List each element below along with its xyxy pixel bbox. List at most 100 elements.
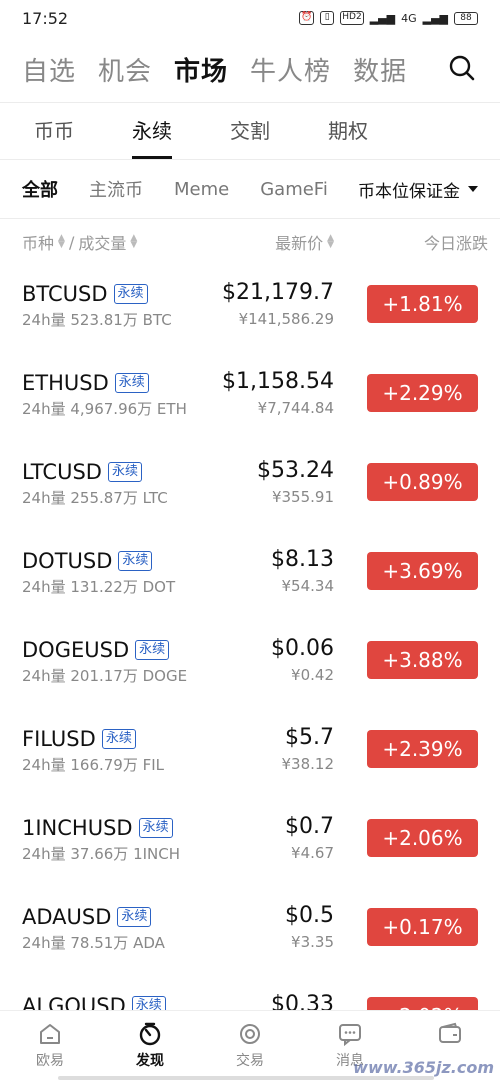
cny-price: ¥3.35 bbox=[291, 933, 334, 951]
market-row-dotusd[interactable]: DOTUSD 永续 24h量 131.22万 DOT $8.13 ¥54.34 +… bbox=[0, 529, 500, 618]
perpetual-tag: 永续 bbox=[131, 996, 166, 1010]
filter-bar: 全部 主流币 Meme GameFi 币本位保证金 bbox=[0, 160, 500, 218]
filter-all[interactable]: 全部 bbox=[22, 176, 58, 202]
change-badge[interactable]: +3.69% bbox=[367, 552, 478, 590]
filter-mainstream[interactable]: 主流币 bbox=[89, 176, 143, 202]
market-row-dogeusd[interactable]: DOGEUSD 永续 24h量 201.17万 DOGE $0.06 ¥0.42 … bbox=[0, 618, 500, 707]
cny-price: ¥355.91 bbox=[271, 488, 334, 506]
message-icon bbox=[339, 1024, 361, 1047]
sort-icon: ▲ ▼ bbox=[58, 233, 65, 250]
perpetual-tag: 永续 bbox=[114, 373, 149, 393]
status-time: 17:52 bbox=[22, 8, 69, 28]
change-badge[interactable]: +0.17% bbox=[367, 908, 478, 946]
sort-icon: ▲ ▼ bbox=[327, 233, 334, 250]
column-price-label: 最新价 bbox=[275, 234, 324, 253]
volume: 24h量 523.81万 BTC bbox=[22, 311, 172, 329]
perpetual-tag: 永续 bbox=[118, 551, 153, 571]
column-volume-label: 成交量 bbox=[78, 234, 127, 253]
sort-icon: ▲ ▼ bbox=[130, 233, 138, 250]
status-icons: ⏰ ▯ HD2 ▂▄▆ 4G ▂▄▆ 88 bbox=[299, 11, 478, 25]
sub-nav: 币币 永续 交割 期权 bbox=[0, 103, 500, 159]
tab-discover[interactable]: 发现 bbox=[100, 1011, 200, 1083]
market-row-algousd[interactable]: ALGOUSD 永续 $0.33 +2.02% bbox=[0, 974, 500, 1010]
cny-price: ¥4.67 bbox=[291, 844, 334, 862]
volume: 24h量 166.79万 FIL bbox=[22, 756, 165, 774]
market-row-1inchusd[interactable]: 1INCHUSD 永续 24h量 37.66万 1INCH $0.7 ¥4.67 … bbox=[0, 796, 500, 885]
sub-tab-options[interactable]: 期权 bbox=[328, 103, 368, 159]
cny-price: ¥38.12 bbox=[281, 755, 335, 773]
tab-label: 交易 bbox=[236, 1053, 264, 1069]
sub-tab-futures[interactable]: 交割 bbox=[230, 103, 270, 159]
sub-tab-spot[interactable]: 币币 bbox=[34, 103, 74, 159]
volume: 24h量 37.66万 1INCH bbox=[22, 845, 181, 863]
top-tab-leaderboard[interactable]: 牛人榜 bbox=[250, 51, 331, 88]
discover-icon bbox=[139, 1022, 161, 1046]
filter-meme[interactable]: Meme bbox=[174, 179, 229, 200]
change-badge[interactable]: +3.88% bbox=[367, 641, 478, 679]
home-icon bbox=[40, 1024, 60, 1044]
last-price: $0.33 bbox=[271, 992, 334, 1010]
top-tab-market[interactable]: 市场 bbox=[174, 51, 228, 88]
cny-price: ¥7,744.84 bbox=[257, 399, 334, 417]
sort-by-price[interactable]: 最新价 ▲ ▼ bbox=[275, 230, 334, 254]
margin-type-dropdown[interactable]: 币本位保证金 bbox=[350, 160, 500, 218]
symbol: BTCUSD bbox=[22, 282, 108, 306]
search-icon[interactable] bbox=[448, 54, 476, 82]
cny-price: ¥0.42 bbox=[291, 666, 334, 684]
symbol: ADAUSD bbox=[22, 905, 112, 929]
wifi-icon: ▂▄▆ bbox=[422, 11, 448, 25]
column-pair-label: 币种 bbox=[22, 234, 55, 253]
network-icon: 4G bbox=[401, 11, 417, 25]
last-price: $53.24 bbox=[257, 458, 334, 483]
volume: 24h量 131.22万 DOT bbox=[22, 578, 176, 596]
perpetual-tag: 永续 bbox=[138, 818, 173, 838]
wallet-icon bbox=[439, 1022, 461, 1043]
change-badge[interactable]: +0.89% bbox=[367, 463, 478, 501]
market-row-ltcusd[interactable]: LTCUSD 永续 24h量 255.87万 LTC $53.24 ¥355.91… bbox=[0, 440, 500, 529]
volume: 24h量 201.17万 DOGE bbox=[22, 667, 188, 685]
change-badge[interactable]: +2.06% bbox=[367, 819, 478, 857]
last-price: $0.06 bbox=[271, 636, 334, 661]
last-price: $8.13 bbox=[271, 547, 334, 572]
watermark: www.365jz.com bbox=[353, 1058, 494, 1077]
hd-icon: HD2 bbox=[340, 11, 364, 25]
cny-price: ¥141,586.29 bbox=[238, 310, 334, 328]
column-separator: / bbox=[68, 232, 75, 252]
change-badge[interactable]: +2.02% bbox=[367, 997, 478, 1010]
top-tab-favorites[interactable]: 自选 bbox=[22, 51, 76, 88]
change-badge[interactable]: +2.29% bbox=[367, 374, 478, 412]
sub-tab-perpetual[interactable]: 永续 bbox=[132, 103, 172, 159]
top-tab-data[interactable]: 数据 bbox=[353, 51, 407, 88]
filter-gamefi[interactable]: GameFi bbox=[260, 179, 328, 200]
top-tab-opportunities[interactable]: 机会 bbox=[98, 51, 152, 88]
caret-down-icon bbox=[468, 186, 478, 192]
signal-icon: ▂▄▆ bbox=[369, 11, 396, 25]
perpetual-tag: 永续 bbox=[101, 729, 136, 749]
market-row-adausd[interactable]: ADAUSD 永续 24h量 78.51万 ADA $0.5 ¥3.35 +0.1… bbox=[0, 885, 500, 974]
perpetual-tag: 永续 bbox=[135, 640, 170, 660]
battery-icon: 88 bbox=[454, 11, 478, 25]
symbol: ETHUSD bbox=[22, 371, 109, 395]
perpetual-tag: 永续 bbox=[117, 907, 152, 927]
symbol: FILUSD bbox=[22, 727, 96, 751]
change-badge[interactable]: +2.39% bbox=[367, 730, 478, 768]
market-row-ethusd[interactable]: ETHUSD 永续 24h量 4,967.96万 ETH $1,158.54 ¥7… bbox=[0, 351, 500, 440]
last-price: $0.7 bbox=[285, 814, 334, 839]
change-badge[interactable]: +1.81% bbox=[367, 285, 478, 323]
sort-by-change[interactable]: 今日涨跌 bbox=[424, 230, 488, 254]
market-row-btcusd[interactable]: BTCUSD 永续 24h量 523.81万 BTC $21,179.7 ¥141… bbox=[0, 262, 500, 351]
perpetual-tag: 永续 bbox=[107, 462, 142, 482]
tab-trade[interactable]: 交易 bbox=[200, 1011, 300, 1083]
symbol: ALGOUSD bbox=[22, 994, 126, 1010]
tab-okx-home[interactable]: 欧易 bbox=[0, 1011, 100, 1083]
symbol: LTCUSD bbox=[22, 460, 102, 484]
volume: 24h量 4,967.96万 ETH bbox=[22, 400, 187, 418]
last-price: $21,179.7 bbox=[222, 280, 334, 305]
market-row-filusd[interactable]: FILUSD 永续 24h量 166.79万 FIL $5.7 ¥38.12 +2… bbox=[0, 707, 500, 796]
perpetual-tag: 永续 bbox=[113, 284, 148, 304]
symbol: 1INCHUSD bbox=[22, 816, 133, 840]
last-price: $0.5 bbox=[285, 903, 334, 928]
alarm-icon: ⏰ bbox=[299, 11, 315, 25]
sort-by-pair[interactable]: 币种 ▲ ▼ / 成交量 ▲ ▼ bbox=[22, 230, 137, 254]
market-list: BTCUSD 永续 24h量 523.81万 BTC $21,179.7 ¥141… bbox=[0, 262, 500, 1010]
